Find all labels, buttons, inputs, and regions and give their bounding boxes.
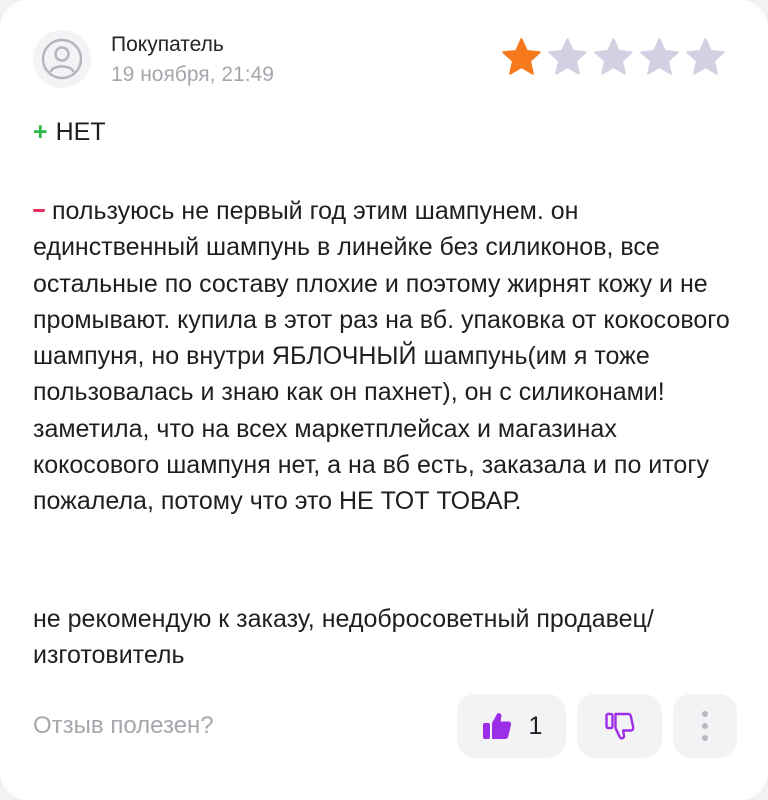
star-icon: [502, 38, 541, 75]
thumb-up-icon: [482, 713, 511, 739]
rating-stars: [500, 36, 727, 79]
more-options-button[interactable]: [673, 694, 737, 758]
star-icon: [594, 38, 633, 75]
thumb-down-icon: [604, 712, 634, 740]
helpful-question: Отзыв полезен?: [33, 712, 214, 739]
pros-text: НЕТ: [55, 118, 106, 146]
cons-text: пользуюсь не первый год этим шампунем. о…: [33, 197, 730, 516]
author-name: Покупатель: [111, 33, 224, 56]
dislike-button[interactable]: [577, 694, 662, 758]
star-icon: [548, 38, 587, 75]
review-date: 19 ноября, 21:49: [111, 63, 274, 86]
avatar: [33, 30, 91, 88]
like-count: 1: [528, 711, 543, 740]
review-card: Покупатель 19 ноября, 21:49 + НЕТ пользую…: [0, 0, 768, 800]
pros-section: + НЕТ: [33, 118, 106, 147]
user-sad-icon: [41, 38, 83, 80]
star-icon: [686, 38, 725, 75]
like-button[interactable]: 1: [457, 694, 566, 758]
more-vertical-icon: [702, 711, 708, 741]
star-icon: [640, 38, 679, 75]
cons-section: пользуюсь не первый год этим шампунем. о…: [33, 193, 748, 520]
plus-sign: +: [33, 118, 48, 146]
review-comment: не рекомендую к заказу, недобросоветный …: [33, 605, 654, 670]
minus-icon: [33, 208, 45, 212]
